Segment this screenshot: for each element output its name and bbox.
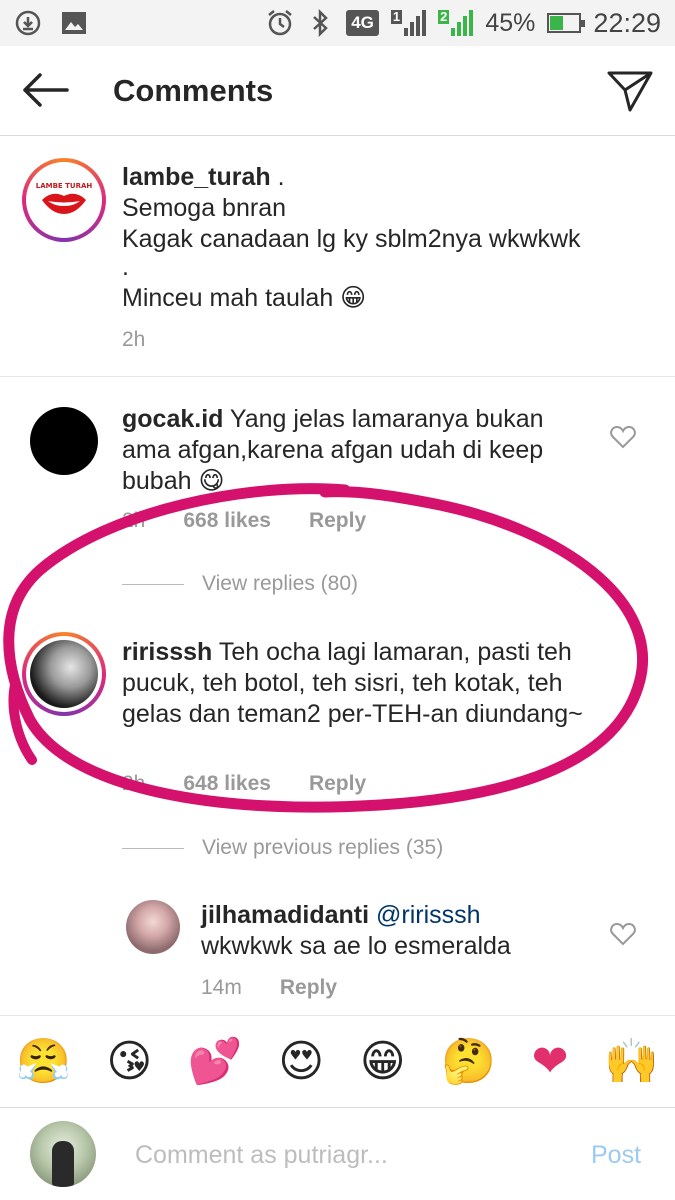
caption-time: 2h xyxy=(122,328,146,351)
emoji-button[interactable]: 😘 xyxy=(106,1036,152,1087)
avatar-story-ring[interactable]: LAMBE TURAH xyxy=(22,158,106,242)
comment-item: ririsssh Teh ocha lagi lamaran, pasti te… xyxy=(0,612,675,872)
view-replies-button[interactable]: View replies (80) xyxy=(122,572,358,596)
lambe-turah-logo: LAMBE TURAH xyxy=(30,166,98,234)
battery-percent: 45% xyxy=(485,8,536,37)
clock: 22:29 xyxy=(593,7,661,38)
reply-item: jilhamadidanti @ririsssh wkwkwk sa ae lo… xyxy=(0,880,675,1010)
alarm-icon xyxy=(266,9,294,37)
caption-line: Kagak canadaan lg ky sblm2nya wkwkwk xyxy=(122,225,581,253)
mention-link[interactable]: @ririsssh xyxy=(376,901,481,929)
reply-username[interactable]: jilhamadidanti xyxy=(201,901,369,929)
comment-input[interactable] xyxy=(135,1138,555,1172)
caption-suffix: . xyxy=(270,163,285,191)
caption: LAMBE TURAH lambe_turah . Semoga bnran K… xyxy=(0,136,675,376)
sim1-label: 1 xyxy=(390,9,403,24)
comment-time: 2h xyxy=(122,509,146,532)
caption-username[interactable]: lambe_turah xyxy=(122,163,271,191)
caption-line: Semoga bnran xyxy=(122,194,287,222)
avatar[interactable] xyxy=(30,407,98,475)
comment-username[interactable]: ririsssh xyxy=(122,638,212,666)
emoji-quick-bar: 😤 😘 💕 😍 😁 🤔 ❤ 🙌 xyxy=(0,1015,675,1107)
heart-icon[interactable] xyxy=(610,425,636,449)
comment-meta: 2h 648 likes Reply xyxy=(122,772,366,796)
bluetooth-icon xyxy=(306,9,334,37)
status-bar: 4G 1 2 45% 22:29 xyxy=(0,0,675,46)
sim1-signal: 1 xyxy=(390,9,427,36)
emoji-button[interactable]: 💕 xyxy=(188,1036,243,1087)
caption-line: Minceu mah taulah 😁 xyxy=(122,284,367,312)
download-icon xyxy=(14,9,42,37)
post-button[interactable]: Post xyxy=(591,1141,641,1170)
emoji-button[interactable]: 😍 xyxy=(278,1036,324,1087)
comment-item: gocak.id Yang jelas lamaranya bukan ama … xyxy=(0,377,675,612)
reply-button[interactable]: Reply xyxy=(280,976,337,1000)
comment-composer: Post xyxy=(0,1107,675,1200)
likes-count[interactable]: 648 likes xyxy=(183,772,271,796)
comment-username[interactable]: gocak.id xyxy=(122,405,223,433)
network-type-badge: 4G xyxy=(346,10,379,36)
avatar xyxy=(30,640,98,708)
reply-body: wkwkwk sa ae lo esmeralda xyxy=(201,932,511,960)
comment-text: gocak.id Yang jelas lamaranya bukan ama … xyxy=(122,404,592,497)
caption-meta: 2h xyxy=(122,328,145,352)
reply-button[interactable]: Reply xyxy=(309,509,366,533)
comment-meta: 2h 668 likes Reply xyxy=(122,509,366,533)
svg-text:LAMBE TURAH: LAMBE TURAH xyxy=(36,182,93,190)
header: Comments xyxy=(0,46,675,136)
emoji-button[interactable]: 🤔 xyxy=(441,1036,496,1087)
emoji-button[interactable]: ❤ xyxy=(532,1036,569,1087)
battery-icon xyxy=(547,13,586,33)
sim2-label: 2 xyxy=(438,9,450,24)
signal-icon xyxy=(451,10,474,36)
page-title: Comments xyxy=(113,73,274,108)
emoji-button[interactable]: 😁 xyxy=(360,1036,406,1087)
emoji-button[interactable]: 😤 xyxy=(16,1036,71,1087)
reply-time: 14m xyxy=(201,976,242,999)
view-replies-label: View previous replies (35) xyxy=(202,836,444,859)
paper-plane-icon[interactable] xyxy=(606,68,654,114)
heart-icon[interactable] xyxy=(610,922,636,946)
emoji-button[interactable]: 🙌 xyxy=(604,1036,659,1087)
sim2-signal: 2 xyxy=(438,9,474,36)
signal-icon xyxy=(404,10,427,36)
avatar-story-ring[interactable] xyxy=(22,632,106,716)
likes-count[interactable]: 668 likes xyxy=(183,509,271,533)
avatar[interactable] xyxy=(126,900,180,954)
reply-button[interactable]: Reply xyxy=(309,772,366,796)
comment-text: ririsssh Teh ocha lagi lamaran, pasti te… xyxy=(122,637,592,730)
caption-text: lambe_turah . Semoga bnran Kagak canadaa… xyxy=(122,162,642,314)
comment-time: 2h xyxy=(122,772,146,795)
reply-meta: 14m Reply xyxy=(201,976,337,1000)
caption-line: . xyxy=(122,253,129,281)
current-user-avatar xyxy=(30,1121,96,1187)
arrow-left-icon[interactable] xyxy=(20,70,70,110)
view-previous-replies-button[interactable]: View previous replies (35) xyxy=(122,836,443,860)
view-replies-label: View replies (80) xyxy=(202,572,359,595)
reply-text: jilhamadidanti @ririsssh wkwkwk sa ae lo… xyxy=(201,900,601,962)
image-icon xyxy=(60,9,88,37)
